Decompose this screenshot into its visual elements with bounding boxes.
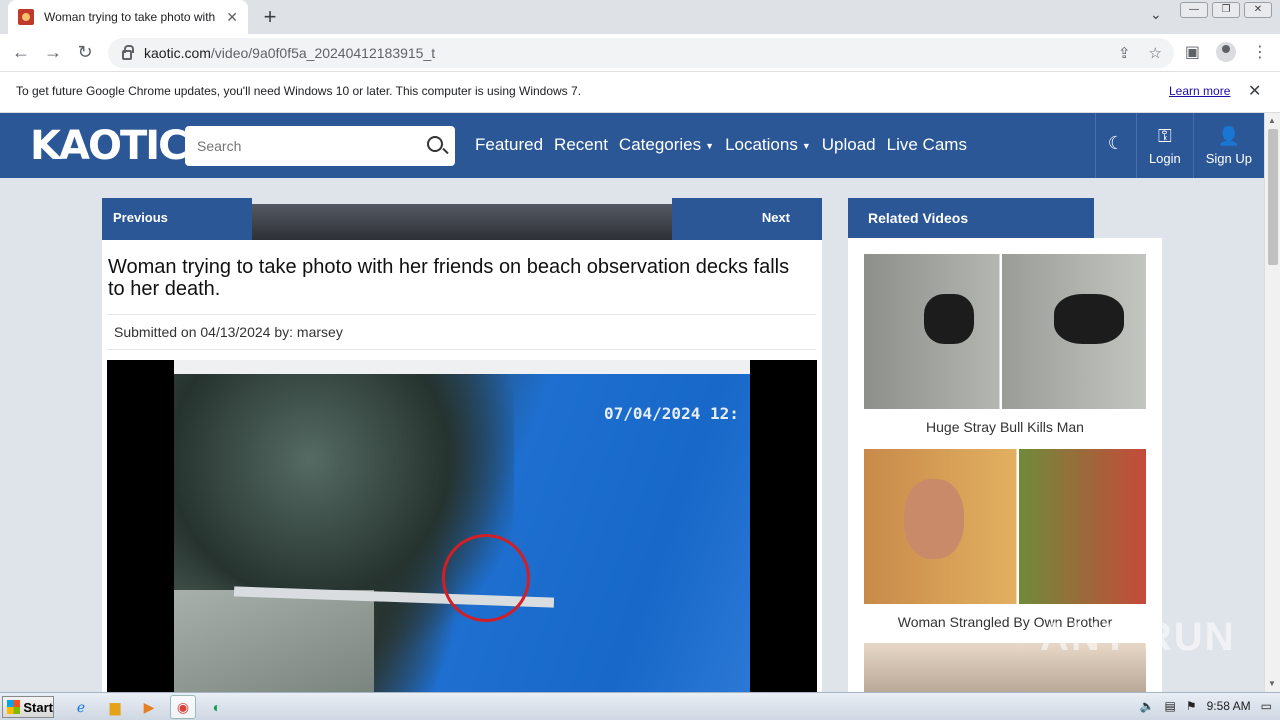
profile-avatar-icon[interactable] bbox=[1216, 42, 1236, 62]
video-frame: 07/04/2024 12: bbox=[174, 360, 750, 692]
highlight-circle bbox=[442, 534, 530, 622]
flag-icon[interactable]: ⚑ bbox=[1186, 699, 1197, 713]
nav-recent[interactable]: Recent bbox=[554, 135, 608, 155]
author-link[interactable]: marsey bbox=[297, 324, 343, 340]
windows-flag-icon bbox=[7, 700, 21, 714]
site-favicon-icon bbox=[18, 9, 34, 25]
menu-kebab-icon[interactable]: ⋮ bbox=[1252, 42, 1268, 62]
nav-upload[interactable]: Upload bbox=[822, 135, 876, 155]
submitted-label: Submitted on 04/13/2024 by: bbox=[114, 324, 294, 340]
url-text: kaotic.com/video/9a0f0f5a_20240412183915… bbox=[144, 45, 436, 61]
related-videos-heading: Related Videos bbox=[848, 198, 1094, 238]
caret-down-icon: ▼ bbox=[705, 140, 715, 151]
minimize-button[interactable]: — bbox=[1180, 2, 1208, 18]
list-item[interactable]: Woman Strangled By Own Brother bbox=[864, 449, 1146, 630]
browser-toolbar: ← → ↻ kaotic.com/video/9a0f0f5a_20240412… bbox=[0, 34, 1280, 72]
new-tab-button[interactable]: + bbox=[258, 4, 282, 30]
tab-strip: Woman trying to take photo with her frie… bbox=[0, 0, 1280, 34]
moon-icon: ☾ bbox=[1107, 133, 1124, 153]
start-button[interactable]: Start bbox=[2, 696, 54, 718]
tab-active[interactable]: Woman trying to take photo with her frie… bbox=[8, 0, 248, 34]
article-panel: Woman trying to take photo with her frie… bbox=[102, 240, 822, 692]
nav-gradient-bar bbox=[252, 204, 672, 240]
main-nav: Featured Recent Categories ▼ Locations ▼ U… bbox=[475, 135, 967, 155]
video-timestamp: 07/04/2024 12: bbox=[604, 404, 739, 423]
toolbar-right: ▣ ⋮ bbox=[1185, 42, 1268, 62]
lock-icon[interactable] bbox=[122, 45, 134, 60]
next-button[interactable]: Next bbox=[672, 198, 822, 240]
update-infobar: To get future Google Chrome updates, you… bbox=[0, 72, 1280, 113]
search-icon[interactable] bbox=[427, 136, 443, 152]
share-icon[interactable]: ⇪ bbox=[1118, 44, 1131, 62]
video-thumbnail[interactable] bbox=[864, 449, 1146, 604]
nav-locations[interactable]: Locations ▼ bbox=[725, 135, 811, 155]
nav-categories[interactable]: Categories ▼ bbox=[619, 135, 714, 155]
media-player-icon[interactable]: ▶ bbox=[136, 695, 162, 719]
omnibox-actions: ⇪ ☆ bbox=[1118, 44, 1162, 62]
main-content: Previous Next Woman trying to take photo… bbox=[102, 198, 822, 692]
header-actions: ☾ ⚿ Login 👤 Sign Up bbox=[1094, 113, 1264, 178]
video-player[interactable]: 07/04/2024 12: bbox=[107, 360, 817, 692]
nav-live-cams[interactable]: Live Cams bbox=[887, 135, 967, 155]
video-ground bbox=[174, 590, 374, 692]
tab-close-icon[interactable]: ✕ bbox=[226, 9, 238, 26]
windows-taskbar: Start ℯ ▆ ▶ ◉ ◐ 🔈 ▤ ⚑ 9:58 AM ▭ bbox=[0, 692, 1280, 720]
anyrun-watermark: ANY RUN bbox=[1040, 615, 1236, 659]
list-item[interactable]: Huge Stray Bull Kills Man bbox=[864, 254, 1146, 435]
ie-icon[interactable]: ℯ bbox=[68, 695, 94, 719]
reload-icon[interactable]: ↻ bbox=[74, 42, 96, 63]
network-icon[interactable]: ▤ bbox=[1165, 699, 1176, 713]
back-arrow-icon[interactable]: ← bbox=[10, 42, 32, 63]
folder-icon[interactable]: ▆ bbox=[102, 695, 128, 719]
dark-mode-toggle[interactable]: ☾ bbox=[1094, 113, 1136, 178]
taskbar-apps: ℯ ▆ ▶ ◉ ◐ bbox=[68, 695, 230, 719]
tab-title: Woman trying to take photo with her frie… bbox=[44, 10, 219, 24]
clock[interactable]: 9:58 AM bbox=[1207, 699, 1251, 713]
search-box bbox=[185, 126, 455, 166]
video-topbar bbox=[174, 360, 750, 374]
related-title[interactable]: Huge Stray Bull Kills Man bbox=[864, 419, 1146, 435]
scrollbar-thumb[interactable] bbox=[1268, 129, 1278, 265]
forward-arrow-icon[interactable]: → bbox=[42, 42, 64, 63]
page-title: Woman trying to take photo with her frie… bbox=[108, 256, 790, 300]
show-desktop-icon[interactable]: ▭ bbox=[1261, 699, 1272, 713]
side-panel-icon[interactable]: ▣ bbox=[1185, 42, 1200, 62]
address-bar[interactable]: kaotic.com/video/9a0f0f5a_20240412183915… bbox=[108, 38, 1174, 68]
nav-featured[interactable]: Featured bbox=[475, 135, 543, 155]
edge-icon[interactable]: ◐ bbox=[204, 695, 230, 719]
video-thumbnail[interactable] bbox=[864, 254, 1146, 409]
chrome-icon[interactable]: ◉ bbox=[170, 695, 196, 719]
scroll-down-icon[interactable]: ▼ bbox=[1268, 679, 1276, 688]
close-window-button[interactable]: ✕ bbox=[1244, 2, 1272, 18]
system-tray: 🔈 ▤ ⚑ 9:58 AM ▭ bbox=[1140, 699, 1272, 713]
login-button[interactable]: ⚿ Login bbox=[1135, 113, 1193, 178]
infobar-message: To get future Google Chrome updates, you… bbox=[16, 84, 582, 98]
window-controls: — ❐ ✕ bbox=[1180, 2, 1272, 18]
site-logo[interactable]: KAOTIC bbox=[30, 121, 187, 171]
infobar-close-icon[interactable]: ✕ bbox=[1248, 81, 1261, 101]
submission-info: Submitted on 04/13/2024 by: marsey bbox=[108, 314, 816, 350]
maximize-button[interactable]: ❐ bbox=[1212, 2, 1240, 18]
tab-search-chevron-icon[interactable]: ⌄ bbox=[1150, 6, 1162, 23]
key-icon: ⚿ bbox=[1157, 125, 1172, 146]
caret-down-icon: ▼ bbox=[801, 140, 811, 151]
scroll-up-icon[interactable]: ▲ bbox=[1268, 116, 1276, 125]
previous-button[interactable]: Previous bbox=[102, 198, 252, 240]
site-header: KAOTIC Featured Recent Categories▼ Locat… bbox=[0, 113, 1264, 178]
user-plus-icon: 👤 bbox=[1217, 125, 1241, 146]
page-scrollbar[interactable]: ▲ ▼ bbox=[1264, 113, 1280, 692]
signup-button[interactable]: 👤 Sign Up bbox=[1192, 113, 1264, 178]
bookmark-star-icon[interactable]: ☆ bbox=[1149, 44, 1162, 62]
learn-more-link[interactable]: Learn more bbox=[1169, 84, 1230, 98]
search-input[interactable] bbox=[185, 126, 415, 166]
volume-icon[interactable]: 🔈 bbox=[1140, 699, 1155, 713]
